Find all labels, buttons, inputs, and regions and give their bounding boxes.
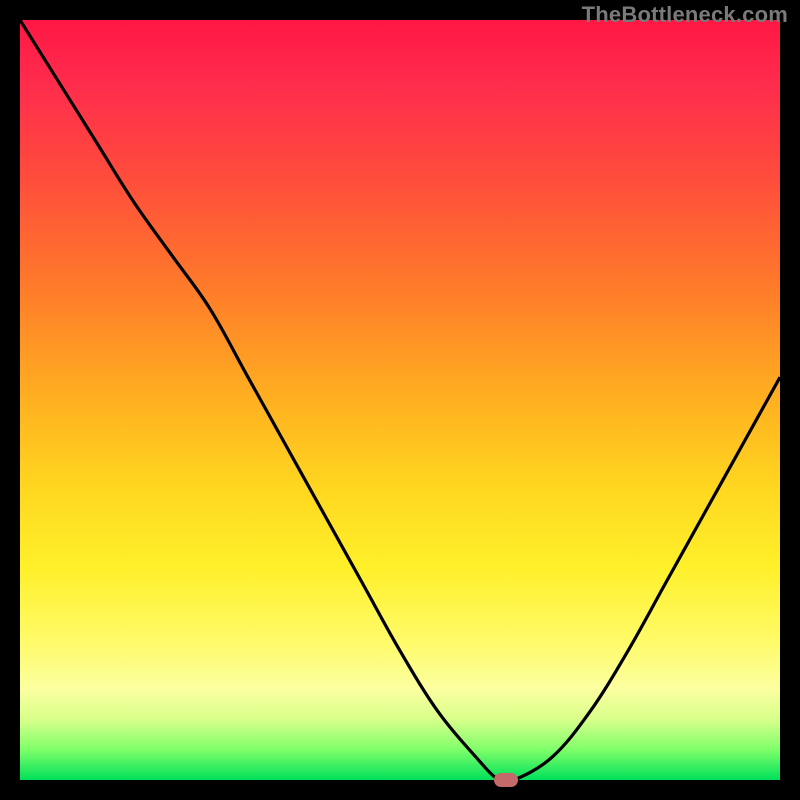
curve-path [20,20,780,783]
watermark-text: TheBottleneck.com [582,2,788,28]
plot-area [20,20,780,780]
bottleneck-curve [20,20,780,780]
optimal-marker [494,773,518,787]
chart-frame: TheBottleneck.com [0,0,800,800]
